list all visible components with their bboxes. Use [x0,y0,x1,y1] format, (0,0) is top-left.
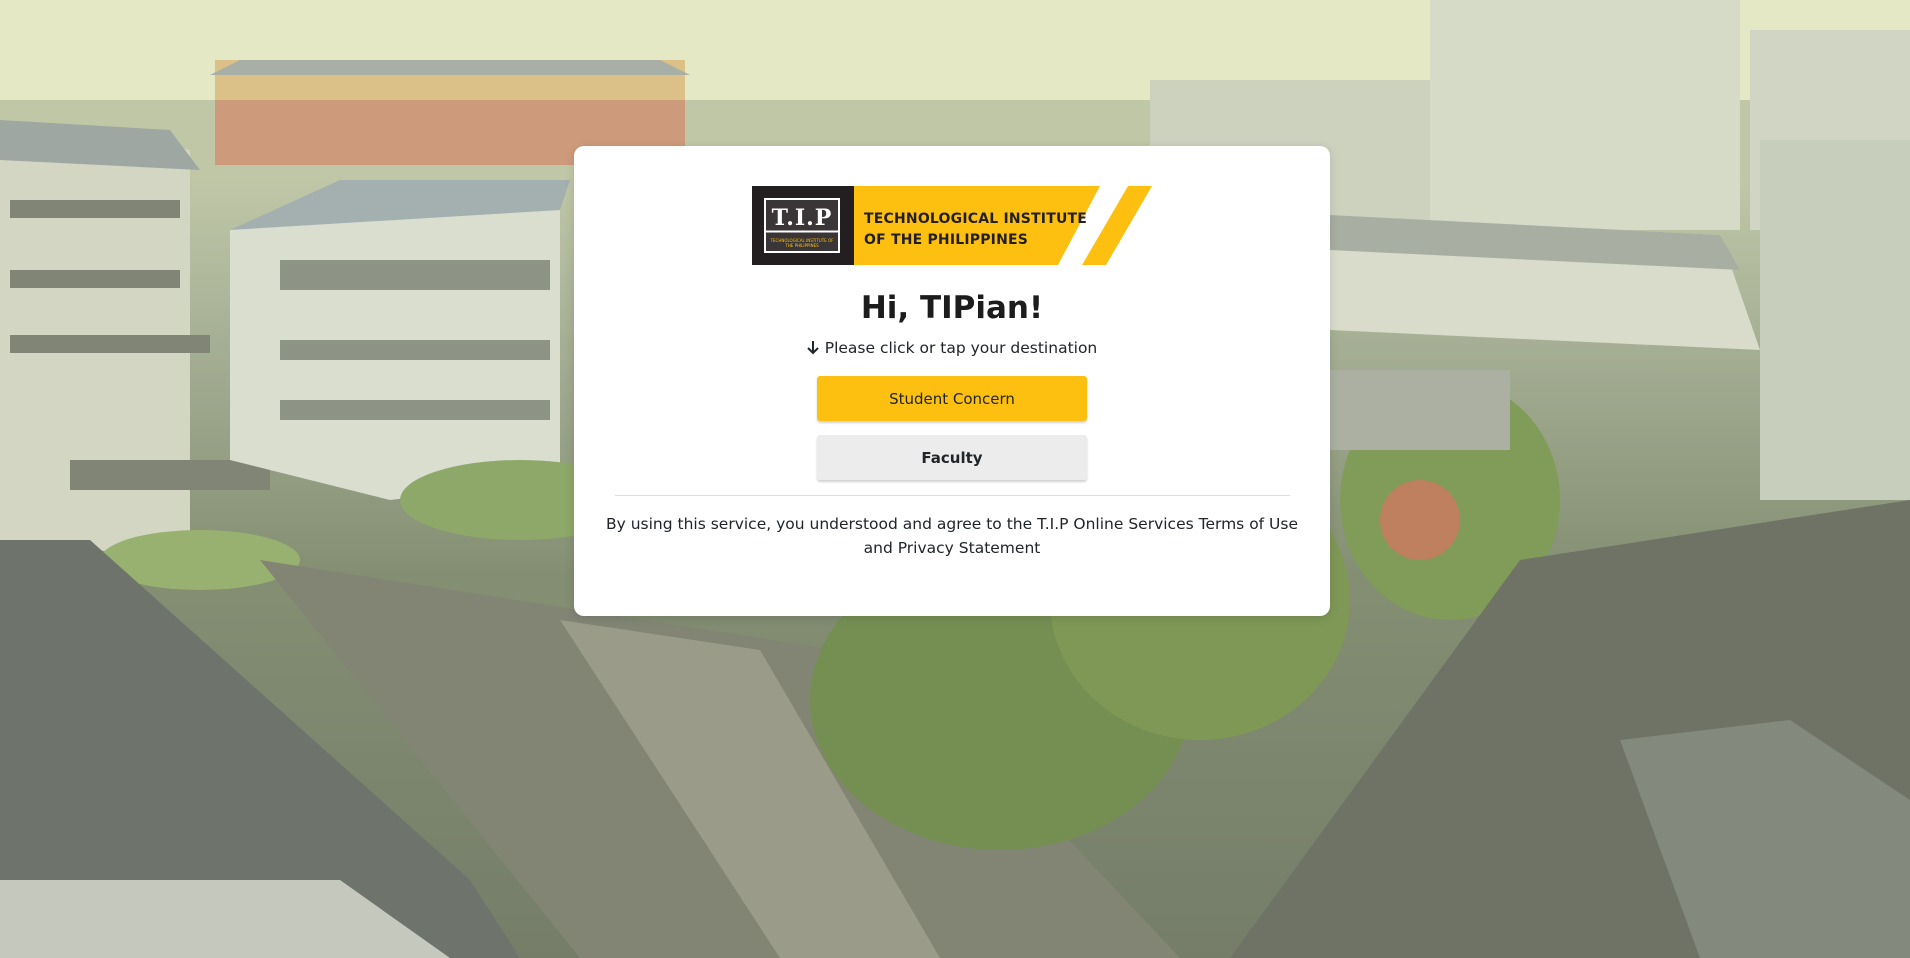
faculty-button[interactable]: Faculty [817,435,1087,480]
arrow-down-icon [807,341,819,355]
tip-logo: T.I.P TECHNOLOGICAL INSTITUTE OF THE PHI… [752,186,1152,265]
logo-dark-panel: T.I.P TECHNOLOGICAL INSTITUTE OF THE PHI… [752,186,854,265]
divider [615,495,1290,496]
instruction-label: Please click or tap your destination [824,339,1098,357]
destination-card: T.I.P TECHNOLOGICAL INSTITUTE OF THE PHI… [574,146,1330,616]
student-concern-button[interactable]: Student Concern [817,376,1087,421]
instruction-text: Please click or tap your destination [574,337,1330,359]
logo-title: TECHNOLOGICAL INSTITUTE OF THE PHILIPPIN… [864,211,1088,248]
greeting-heading: Hi, TIPian! [860,290,1044,326]
terms-text: By using this service, you understood an… [605,515,1299,557]
tip-seal-icon: T.I.P TECHNOLOGICAL INSTITUTE OF THE PHI… [764,198,840,253]
